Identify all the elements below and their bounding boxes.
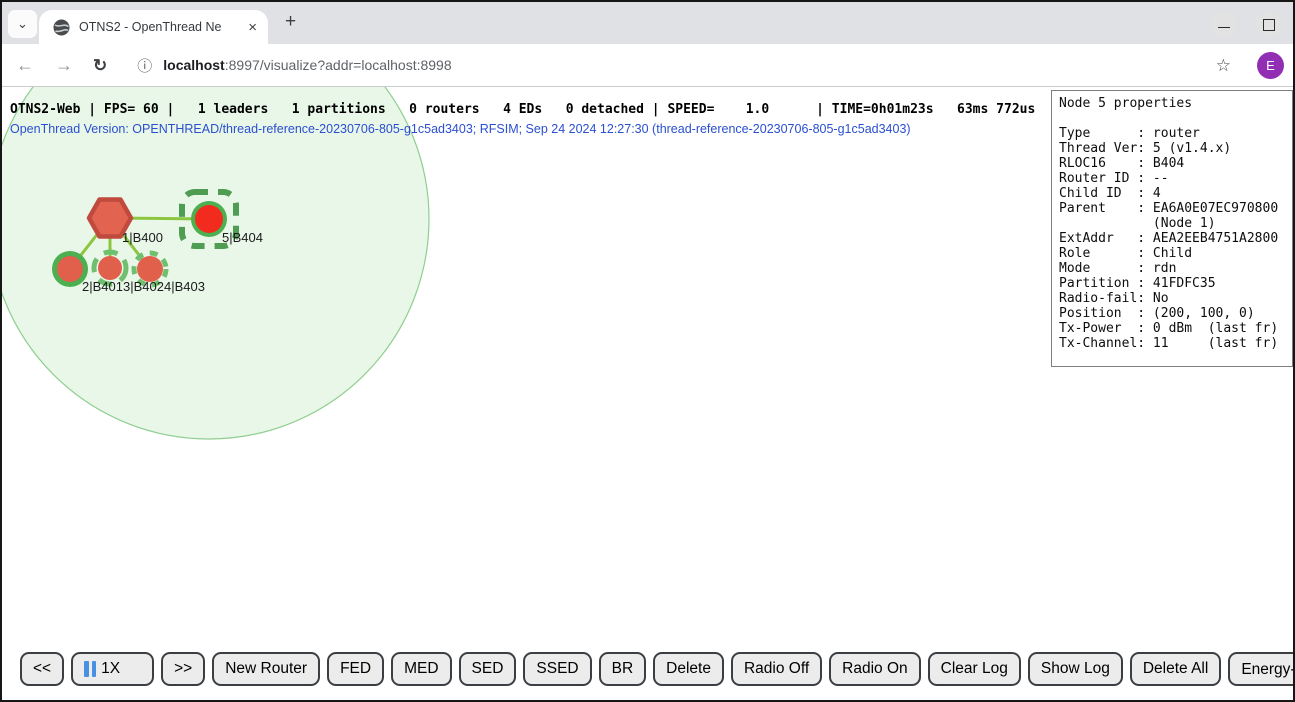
panel-line-5: Router ID : -- xyxy=(1059,171,1292,186)
toolbar-button-fast-forward[interactable]: >> xyxy=(161,652,205,686)
url-host: localhost xyxy=(163,57,224,73)
simulation-status-line: OTNS2-Web | FPS= 60 | 1 leaders 1 partit… xyxy=(10,102,1035,117)
panel-line-15: Tx-Power : 0 dBm (last fr) xyxy=(1059,321,1292,336)
pause-icon xyxy=(84,661,96,677)
panel-line-7: Parent : EA6A0E07EC970800 xyxy=(1059,201,1292,216)
window-minimize-button[interactable] xyxy=(1210,11,1237,38)
panel-line-2: Type : router xyxy=(1059,126,1292,141)
toolbar-button-label: Clear Log xyxy=(941,660,1008,678)
toolbar-button-radio-on[interactable]: Radio On xyxy=(829,652,920,686)
toolbar-button-fed[interactable]: FED xyxy=(327,652,384,686)
node-1-label: 1|B400 xyxy=(122,230,163,245)
panel-line-1 xyxy=(1059,111,1292,126)
node-4-label: 4|B403 xyxy=(164,279,205,294)
toolbar-button-label: Radio Off xyxy=(744,660,809,678)
minimize-icon xyxy=(1218,27,1230,28)
url-path: :8997/visualize?addr=localhost:8998 xyxy=(225,57,452,73)
new-tab-button[interactable]: + xyxy=(285,11,296,33)
browser-toolbar: ← → ↻ ⓘ localhost:8997/visualize?addr=lo… xyxy=(2,44,1293,87)
toolbar-button-label: FED xyxy=(340,660,371,678)
window-maximize-button[interactable] xyxy=(1255,11,1282,38)
toolbar-button-label: BR xyxy=(612,660,634,678)
toolbar-button-label: 1X xyxy=(101,660,120,678)
toolbar-button-label: Energy-stats ↗ xyxy=(1241,660,1293,679)
toolbar-button-label: MED xyxy=(404,660,438,678)
panel-line-13: Radio-fail: No xyxy=(1059,291,1292,306)
toolbar-button-label: Radio On xyxy=(842,660,907,678)
page-info-icon[interactable]: ⓘ xyxy=(137,55,152,76)
panel-line-9: ExtAddr : AEA2EEB4751A2800 xyxy=(1059,231,1292,246)
browser-window: ⌄ OTNS2 - OpenThread Ne × + ← → ↻ ⓘ loca… xyxy=(0,0,1295,702)
tab-close-icon[interactable]: × xyxy=(245,20,260,35)
node-3[interactable] xyxy=(98,256,122,280)
toolbar-button-label: << xyxy=(33,660,51,678)
panel-line-16: Tx-Channel: 11 (last fr) xyxy=(1059,336,1292,351)
panel-line-4: RLOC16 : B404 xyxy=(1059,156,1292,171)
toolbar-button-ssed[interactable]: SSED xyxy=(523,652,591,686)
toolbar-button-clear-log[interactable]: Clear Log xyxy=(928,652,1021,686)
panel-title: Node 5 properties xyxy=(1059,96,1292,111)
toolbar-button-label: >> xyxy=(174,660,192,678)
tab-favicon-globe-icon xyxy=(53,19,70,36)
profile-avatar[interactable]: E xyxy=(1257,52,1284,79)
toolbar-button-energy-stats[interactable]: Energy-stats ↗ xyxy=(1228,652,1293,686)
toolbar-button-label: New Router xyxy=(225,660,307,678)
panel-line-14: Position : (200, 100, 0) xyxy=(1059,306,1292,321)
toolbar-button-new-router[interactable]: New Router xyxy=(212,652,320,686)
node-3-label: 3|B402 xyxy=(123,279,164,294)
maximize-icon xyxy=(1263,19,1275,31)
toolbar-button-label: SED xyxy=(472,660,504,678)
toolbar-button-label: Delete All xyxy=(1143,660,1208,678)
back-icon[interactable]: ← xyxy=(16,56,34,74)
chevron-down-icon: ⌄ xyxy=(17,16,28,32)
toolbar-button-label: SSED xyxy=(536,660,578,678)
toolbar-button-rewind[interactable]: << xyxy=(20,652,64,686)
bookmark-star-icon[interactable]: ☆ xyxy=(1216,56,1231,76)
browser-tab[interactable]: OTNS2 - OpenThread Ne × xyxy=(39,10,268,44)
simulation-toolbar: << 1X >> New Router FED MED SED SSED BR Delete Rad… xyxy=(20,652,1293,686)
toolbar-button-label: Show Log xyxy=(1041,660,1110,678)
node-5-label: 5|B404 xyxy=(222,230,263,245)
forward-icon[interactable]: → xyxy=(55,56,73,74)
toolbar-button-sed[interactable]: SED xyxy=(459,652,517,686)
panel-line-8: (Node 1) xyxy=(1059,216,1292,231)
node-2[interactable] xyxy=(57,256,83,282)
toolbar-button-delete-all[interactable]: Delete All xyxy=(1130,652,1221,686)
tab-title: OTNS2 - OpenThread Ne xyxy=(79,20,241,34)
panel-line-10: Role : Child xyxy=(1059,246,1292,261)
toolbar-button-delete[interactable]: Delete xyxy=(653,652,724,686)
panel-line-12: Partition : 41FDFC35 xyxy=(1059,276,1292,291)
otns-page: OTNS2-Web | FPS= 60 | 1 leaders 1 partit… xyxy=(2,87,1293,700)
panel-line-3: Thread Ver: 5 (v1.4.x) xyxy=(1059,141,1292,156)
panel-line-11: Mode : rdn xyxy=(1059,261,1292,276)
tab-strip: ⌄ OTNS2 - OpenThread Ne × + xyxy=(2,2,1293,44)
toolbar-button-med[interactable]: MED xyxy=(391,652,451,686)
toolbar-button-radio-off[interactable]: Radio Off xyxy=(731,652,822,686)
toolbar-button-br[interactable]: BR xyxy=(599,652,647,686)
address-bar[interactable]: localhost:8997/visualize?addr=localhost:… xyxy=(163,57,451,73)
toolbar-button-speed[interactable]: 1X xyxy=(71,652,154,686)
node-properties-panel: Node 5 properties Type : routerThread Ver… xyxy=(1051,90,1293,367)
panel-line-6: Child ID : 4 xyxy=(1059,186,1292,201)
node-5[interactable] xyxy=(195,205,223,233)
toolbar-button-label: Delete xyxy=(666,660,711,678)
openthread-version-line: OpenThread Version: OPENTHREAD/thread-re… xyxy=(10,122,911,136)
toolbar-button-show-log[interactable]: Show Log xyxy=(1028,652,1123,686)
tab-search-button[interactable]: ⌄ xyxy=(8,10,37,38)
node-2-label: 2|B401 xyxy=(82,279,123,294)
reload-icon[interactable]: ↻ xyxy=(93,57,107,74)
